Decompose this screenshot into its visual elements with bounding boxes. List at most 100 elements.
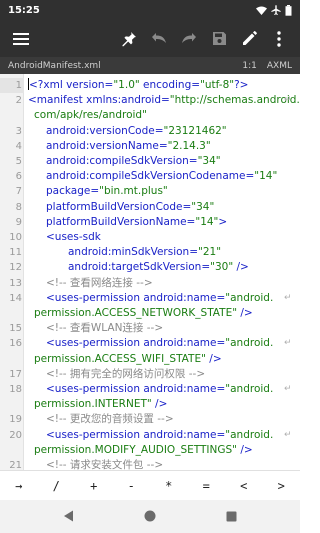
code-token: <uses-sdk [46, 231, 101, 243]
more-icon [277, 30, 281, 47]
pin-button[interactable] [114, 24, 144, 54]
code-token: <!-- 查看网络连接 --> [46, 276, 153, 289]
code-line[interactable]: 17 <!-- 拥有完全的网络访问权限 --> [0, 367, 300, 382]
code-line[interactable]: com/apk/res/android" [0, 108, 300, 123]
undo-button[interactable] [144, 24, 174, 54]
code-line[interactable]: 8 platformBuildVersionCode="34" [0, 200, 300, 215]
code-text: android:compileSdkVersion="34" [28, 154, 221, 169]
code-line[interactable]: permission.MODIFY_AUDIO_SETTINGS" /> [0, 443, 300, 458]
code-text: <!-- 查看网络连接 --> [28, 276, 153, 291]
battery-icon [285, 4, 292, 16]
soft-wrap-icon: ↵ [284, 292, 292, 303]
symbol-key[interactable]: - [113, 479, 151, 493]
soft-wrap-icon: ↵ [284, 429, 292, 440]
home-button[interactable] [144, 507, 156, 526]
code-line-continuation: permission.INTERNET" /> [34, 397, 167, 412]
edit-button[interactable] [234, 24, 264, 54]
recents-icon [226, 511, 237, 522]
code-token: com/apk/res/android" [34, 109, 147, 122]
symbol-key[interactable]: + [75, 479, 113, 493]
menu-icon [13, 32, 29, 45]
code-token: "2.14.3" [167, 139, 211, 152]
code-text: <uses-sdk [28, 230, 101, 245]
code-line[interactable]: 20 <uses-permission android:name="android… [0, 428, 300, 443]
symbol-key[interactable]: / [38, 479, 76, 493]
redo-button[interactable] [174, 24, 204, 54]
soft-wrap-icon: ↵ [284, 338, 292, 349]
code-line[interactable]: 2 <manifest xmlns:android="http://schemas… [0, 93, 300, 108]
line-number: 4 [15, 140, 22, 152]
code-token: permission.ACCESS_NETWORK_STATE" [34, 307, 238, 319]
recents-button[interactable] [226, 507, 237, 526]
home-icon [144, 510, 156, 522]
code-token: package= [46, 185, 100, 198]
code-token: "android. [225, 383, 274, 395]
status-time: 15:25 [8, 4, 40, 16]
code-line[interactable]: 16 <uses-permission android:name="android… [0, 336, 300, 351]
code-token: android:name= [143, 428, 226, 441]
code-line[interactable]: 5 android:compileSdkVersion="34" [0, 154, 300, 169]
code-token: "14" [195, 215, 219, 228]
airplane-icon [271, 5, 281, 15]
code-token: <manifest [28, 94, 87, 107]
code-token: "23121462" [163, 124, 227, 137]
code-line[interactable]: 18 <uses-permission android:name="android… [0, 382, 300, 397]
code-line[interactable]: 21 <!-- 请求安装文件包 --> [0, 458, 300, 470]
symbol-key[interactable]: = [188, 479, 226, 493]
code-token: android:compileSdkVersion= [46, 155, 198, 167]
code-line[interactable]: 12 android:targetSdkVersion="30" /> [0, 260, 300, 275]
code-token: "http://schemas.android. [169, 94, 300, 107]
code-line[interactable]: 3 android:versionCode="23121462" [0, 124, 300, 139]
code-token: > [218, 215, 228, 228]
menu-button[interactable] [6, 24, 36, 54]
code-text: <?xml version="1.0" encoding="utf-8"?> [28, 78, 248, 93]
line-number: 1 [15, 80, 22, 91]
code-text: <!-- 查看WLAN连接 --> [28, 321, 163, 336]
code-token: android:name= [143, 337, 226, 350]
line-number: 19 [9, 414, 22, 426]
code-line-continuation: permission.ACCESS_NETWORK_STATE" /> [34, 306, 253, 321]
symbol-key[interactable]: → [0, 479, 38, 493]
code-line[interactable]: 15 <!-- 查看WLAN连接 --> [0, 321, 300, 336]
symbol-key[interactable]: > [263, 479, 301, 493]
line-number: 13 [9, 277, 22, 289]
code-line[interactable]: 13 <!-- 查看网络连接 --> [0, 276, 300, 291]
save-button[interactable] [204, 24, 234, 54]
code-line[interactable]: permission.INTERNET" /> [0, 397, 300, 412]
code-line[interactable]: 11 android:minSdkVersion="21" [0, 245, 300, 260]
code-token: "30" [210, 261, 234, 274]
code-line[interactable]: 6 android:compileSdkVersionCodename="14" [0, 169, 300, 184]
code-token: /> [236, 443, 253, 456]
code-text: <manifest xmlns:android="http://schemas.… [28, 93, 300, 108]
code-line[interactable]: 19 <!-- 更改您的音频设置 --> [0, 412, 300, 427]
code-line[interactable]: permission.ACCESS_NETWORK_STATE" /> [0, 306, 300, 321]
code-text: platformBuildVersionName="14"> [28, 215, 227, 230]
code-editor[interactable]: 1 <?xml version="1.0" encoding="utf-8"?> 2… [0, 74, 300, 470]
more-button[interactable] [264, 24, 294, 54]
symbol-key[interactable]: < [225, 479, 263, 493]
line-number: 11 [9, 247, 22, 259]
code-token: platformBuildVersionCode= [46, 200, 192, 213]
line-number: 20 [9, 429, 22, 441]
code-token: <uses-permission [46, 428, 144, 441]
code-line[interactable]: permission.ACCESS_WIFI_STATE" /> [0, 352, 300, 367]
code-token: "14" [254, 170, 278, 183]
code-line[interactable]: 10 <uses-sdk [0, 230, 300, 245]
code-token: encoding= [139, 79, 201, 91]
code-token: "android. [225, 428, 274, 441]
code-token: /> [233, 261, 249, 274]
undo-icon [152, 32, 166, 43]
code-line[interactable]: 14 <uses-permission android:name="android… [0, 291, 300, 306]
code-token: android:name= [143, 291, 226, 304]
code-line[interactable]: 9 platformBuildVersionName="14"> [0, 215, 300, 230]
code-line[interactable]: 7 package="bin.mt.plus" [0, 184, 300, 199]
symbol-key[interactable]: * [150, 479, 188, 493]
back-button[interactable] [63, 507, 74, 526]
code-text: android:versionName="2.14.3" [28, 139, 211, 154]
file-name: AndroidManifest.xml [8, 60, 101, 71]
status-bar: 15:25 [0, 0, 300, 20]
redo-icon [182, 32, 196, 43]
code-line[interactable]: 1 <?xml version="1.0" encoding="utf-8"?> [0, 78, 300, 93]
code-token: android:versionName= [46, 139, 168, 152]
code-line[interactable]: 4 android:versionName="2.14.3" [0, 139, 300, 154]
